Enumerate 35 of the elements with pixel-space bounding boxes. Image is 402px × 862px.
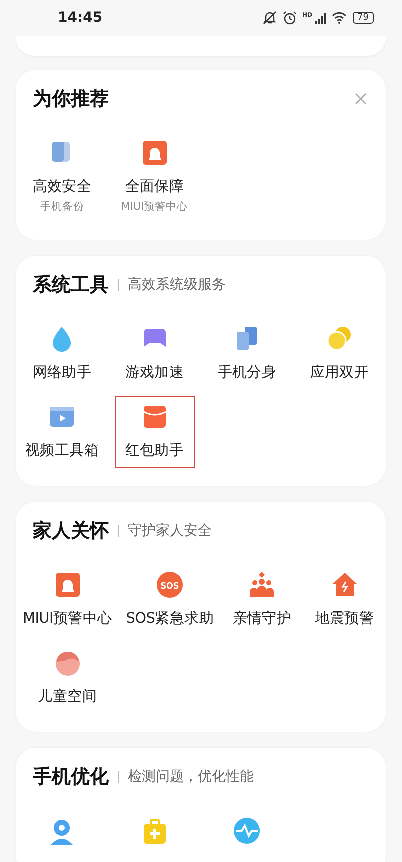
tool-label[interactable]: 全面保障	[125, 177, 184, 197]
tool-label[interactable]: 手机分身	[218, 363, 277, 383]
section-title: 为你推荐	[33, 87, 109, 112]
section-title: 系统工具	[33, 273, 109, 298]
tool-label[interactable]: 红包助手	[125, 441, 184, 461]
family-icon[interactable]	[248, 571, 276, 599]
section-title: 手机优化	[33, 765, 109, 790]
section-title: 家人关怀	[33, 519, 109, 544]
tool-caption: 手机备份	[40, 200, 84, 215]
house-icon[interactable]	[330, 571, 359, 599]
tool-label[interactable]: 视频工具箱	[25, 441, 99, 461]
tool-label[interactable]: 网络助手	[32, 363, 92, 383]
tool-label[interactable]: 游戏加速	[125, 363, 184, 383]
tool-label[interactable]: 亲情守护	[232, 609, 292, 629]
alarm-light-icon[interactable]	[54, 571, 82, 599]
tool-label[interactable]: 儿童空间	[38, 687, 98, 707]
tool-label[interactable]: 应用双开	[310, 363, 370, 383]
tool-label[interactable]: 地震预警	[315, 609, 374, 629]
pulse-icon[interactable]	[233, 817, 262, 845]
signal-icon	[314, 12, 326, 24]
section-subtitle: 高效系统级服务	[128, 276, 226, 294]
close-icon[interactable]	[355, 93, 367, 105]
alarm-light-icon[interactable]	[140, 139, 169, 167]
bell-off-icon	[262, 11, 277, 25]
tool-label[interactable]: 高效安全	[32, 177, 92, 197]
child-head-icon[interactable]	[54, 649, 82, 677]
tool-label[interactable]: SOS紧急求助	[126, 609, 214, 629]
tool-caption: MIUI预警中心	[121, 200, 188, 215]
alarm-icon	[282, 11, 297, 25]
section-subtitle: 检测问题，优化性能	[128, 768, 254, 786]
clock: 14:45	[58, 10, 103, 26]
wifi-icon	[332, 12, 347, 24]
section-subtitle: 守护家人安全	[128, 522, 212, 540]
tool-label[interactable]: MIUI预警中心	[23, 609, 112, 629]
battery-indicator: 79	[352, 12, 374, 24]
